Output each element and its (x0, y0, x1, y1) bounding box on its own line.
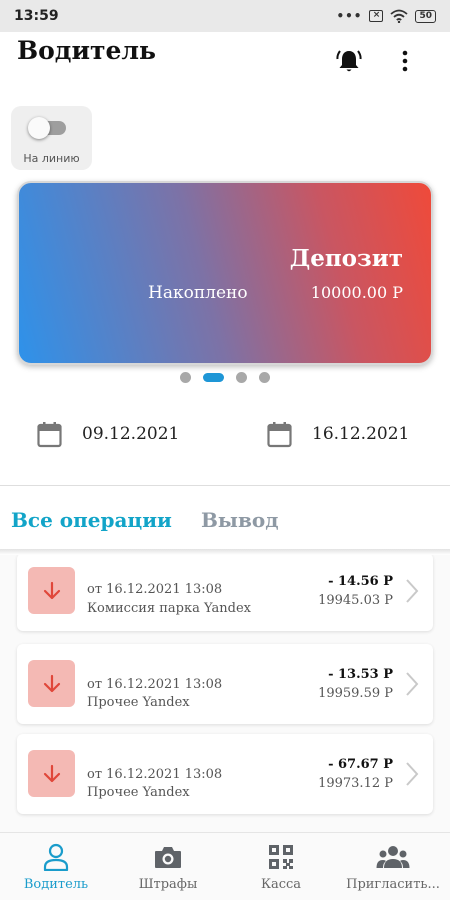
page-title: Водитель (17, 36, 157, 65)
nav-label: Штрафы (138, 877, 198, 892)
nav-label: Касса (260, 877, 302, 892)
pager-dot[interactable] (180, 371, 191, 383)
nav-item-fines[interactable]: Штрафы (112, 833, 224, 900)
battery-icon: 50 (415, 9, 436, 23)
wifi-icon (390, 9, 409, 23)
list-item[interactable]: от 16.12.2021 13:08 Прочее Yandex - 67.6… (17, 734, 433, 814)
chevron-right-icon (406, 762, 419, 786)
chevron-right-icon (406, 672, 419, 696)
status-bar: 13:59 ••• × 50 (0, 0, 450, 32)
operation-icon-box (28, 660, 75, 707)
nav-label: Водитель (23, 877, 89, 892)
nav-item-invite[interactable]: Пригласить... (337, 833, 449, 900)
qr-code-icon (269, 845, 293, 869)
operation-icon-box (28, 567, 75, 614)
operations-list[interactable]: от 16.12.2021 13:08 Комиссия парка Yande… (0, 555, 450, 832)
deposit-card[interactable]: Депозит Накоплено 10000.00 Р (17, 181, 433, 365)
deposit-title: Депозит (289, 245, 403, 272)
list-item[interactable]: от 16.12.2021 13:08 Комиссия парка Yande… (17, 555, 433, 631)
nav-item-cashbox[interactable]: Касса (225, 833, 337, 900)
no-sim-icon: × (369, 10, 384, 22)
tab-all-operations[interactable]: Все операции (11, 508, 172, 532)
operation-amount: - 14.56 Р (328, 574, 393, 589)
operation-title: Прочее Yandex (87, 695, 190, 710)
date-from-picker[interactable]: 09.12.2021 (37, 420, 179, 448)
camera-icon (155, 847, 181, 868)
date-from-value: 09.12.2021 (82, 424, 180, 444)
pager-dot[interactable] (236, 371, 247, 383)
more-vert-icon[interactable] (393, 48, 417, 74)
pager-dot-active[interactable] (203, 372, 224, 382)
operation-balance: 19945.03 Р (318, 593, 393, 608)
accumulated-label: Накоплено (148, 283, 248, 303)
operation-date: от 16.12.2021 13:08 (87, 677, 223, 692)
app-header: Водитель (0, 32, 450, 96)
operation-date: от 16.12.2021 13:08 (87, 767, 223, 782)
tab-withdraw[interactable]: Вывод (201, 508, 279, 532)
notification-dots: ••• (336, 9, 363, 23)
divider (0, 485, 450, 486)
operation-title: Комиссия парка Yandex (87, 601, 252, 616)
list-item[interactable]: от 16.12.2021 13:08 Прочее Yandex - 13.5… (17, 644, 433, 724)
group-icon (376, 846, 410, 868)
nav-label: Пригласить... (346, 877, 440, 892)
operation-balance: 19959.59 Р (318, 686, 393, 701)
online-toggle-label: На линию (23, 152, 80, 165)
person-icon (43, 843, 69, 871)
nav-item-driver[interactable]: Водитель (0, 833, 112, 900)
calendar-icon (267, 421, 292, 447)
arrow-down-icon (43, 764, 60, 782)
status-time: 13:59 (14, 8, 59, 24)
arrow-down-icon (43, 674, 60, 692)
deposit-amount: 10000.00 Р (310, 283, 403, 302)
card-pager (0, 371, 450, 383)
operation-title: Прочее Yandex (87, 785, 190, 800)
operation-date: от 16.12.2021 13:08 (87, 582, 223, 597)
chevron-right-icon (406, 579, 419, 603)
status-icons: ••• × 50 (336, 9, 436, 23)
operation-balance: 19973.12 Р (318, 776, 393, 791)
online-toggle-card[interactable]: На линию (11, 106, 92, 170)
operation-amount: - 13.53 Р (328, 667, 393, 682)
operation-icon-box (28, 750, 75, 797)
operation-amount: - 67.67 Р (328, 757, 393, 772)
calendar-icon (37, 421, 62, 447)
alarm-bell-icon[interactable] (336, 48, 362, 74)
date-to-value: 16.12.2021 (312, 424, 410, 444)
arrow-down-icon (43, 581, 60, 599)
online-switch[interactable] (28, 117, 70, 139)
date-to-picker[interactable]: 16.12.2021 (267, 420, 409, 448)
bottom-nav: Водитель Штрафы Касса Пригласить... (0, 832, 450, 900)
pager-dot[interactable] (259, 371, 270, 383)
switch-thumb (28, 117, 50, 139)
